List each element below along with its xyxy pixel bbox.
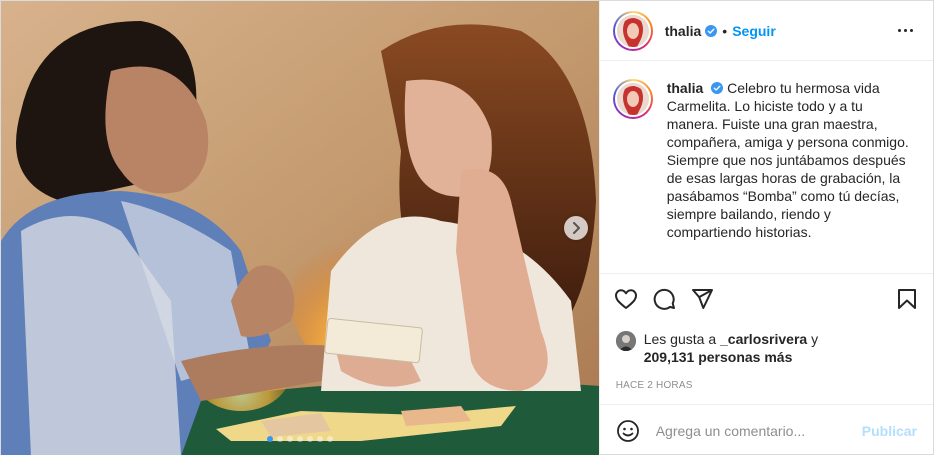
caption-avatar-ring[interactable] [612, 79, 653, 119]
avatar-image [616, 14, 649, 47]
comment-icon[interactable] [652, 287, 676, 311]
carousel-dot [276, 436, 283, 442]
post-header: thalia • Seguir [599, 1, 933, 61]
profile-avatar-ring[interactable] [612, 10, 653, 51]
post-side-panel: thalia • Seguir thalia Celebro tu hermos… [598, 1, 933, 455]
carousel-next-button[interactable] [563, 216, 588, 240]
likes-text: Les gusta a _carlosrivera y 209,131 pers… [644, 330, 818, 366]
more-options-icon[interactable] [894, 25, 917, 36]
header-separator: • [722, 22, 728, 39]
avatar-image [616, 83, 649, 115]
verified-badge-icon [705, 24, 718, 37]
carousel-dot [326, 436, 333, 442]
verified-badge-icon [711, 82, 724, 94]
publish-button[interactable]: Publicar [862, 423, 917, 439]
likes-count[interactable]: 209,131 personas más [644, 349, 793, 365]
comment-bar: Publicar [599, 404, 933, 455]
avatar [614, 81, 651, 117]
liker-username[interactable]: _carlosrivera [720, 331, 807, 347]
liker-avatar[interactable] [615, 331, 636, 351]
likes-prefix: Les gusta a [643, 331, 720, 347]
emoji-icon[interactable] [616, 419, 640, 443]
action-bar [600, 274, 933, 324]
carousel-dot [266, 436, 273, 442]
carousel-dot [306, 436, 313, 442]
likes-and: y [807, 331, 819, 347]
follow-button[interactable]: Seguir [732, 23, 776, 39]
post-timestamp[interactable]: HACE 2 HORAS [600, 366, 933, 401]
post-photo [1, 1, 599, 455]
caption-username[interactable]: thalia [667, 80, 704, 96]
bookmark-icon[interactable] [895, 287, 919, 311]
caption-body: Celebro tu hermosa vida Carmelita. Lo hi… [666, 80, 909, 240]
comment-input[interactable] [655, 422, 862, 439]
carousel-dot [286, 436, 293, 442]
heart-icon[interactable] [614, 287, 638, 311]
instagram-post: thalia • Seguir thalia Celebro tu hermos… [0, 0, 934, 455]
chevron-right-icon [572, 222, 580, 234]
share-icon[interactable] [690, 287, 714, 311]
caption-text: thalia Celebro tu hermosa vida Carmelita… [667, 79, 917, 273]
carousel-dot [296, 436, 303, 442]
caption-section: thalia Celebro tu hermosa vida Carmelita… [599, 61, 933, 274]
post-image[interactable] [1, 1, 599, 455]
carousel-dot [316, 436, 323, 442]
header-username[interactable]: thalia [665, 23, 702, 39]
likes-section: Les gusta a _carlosrivera y 209,131 pers… [600, 324, 933, 366]
avatar [614, 12, 651, 49]
avatar-image [615, 331, 636, 351]
carousel-indicators [1, 436, 599, 442]
